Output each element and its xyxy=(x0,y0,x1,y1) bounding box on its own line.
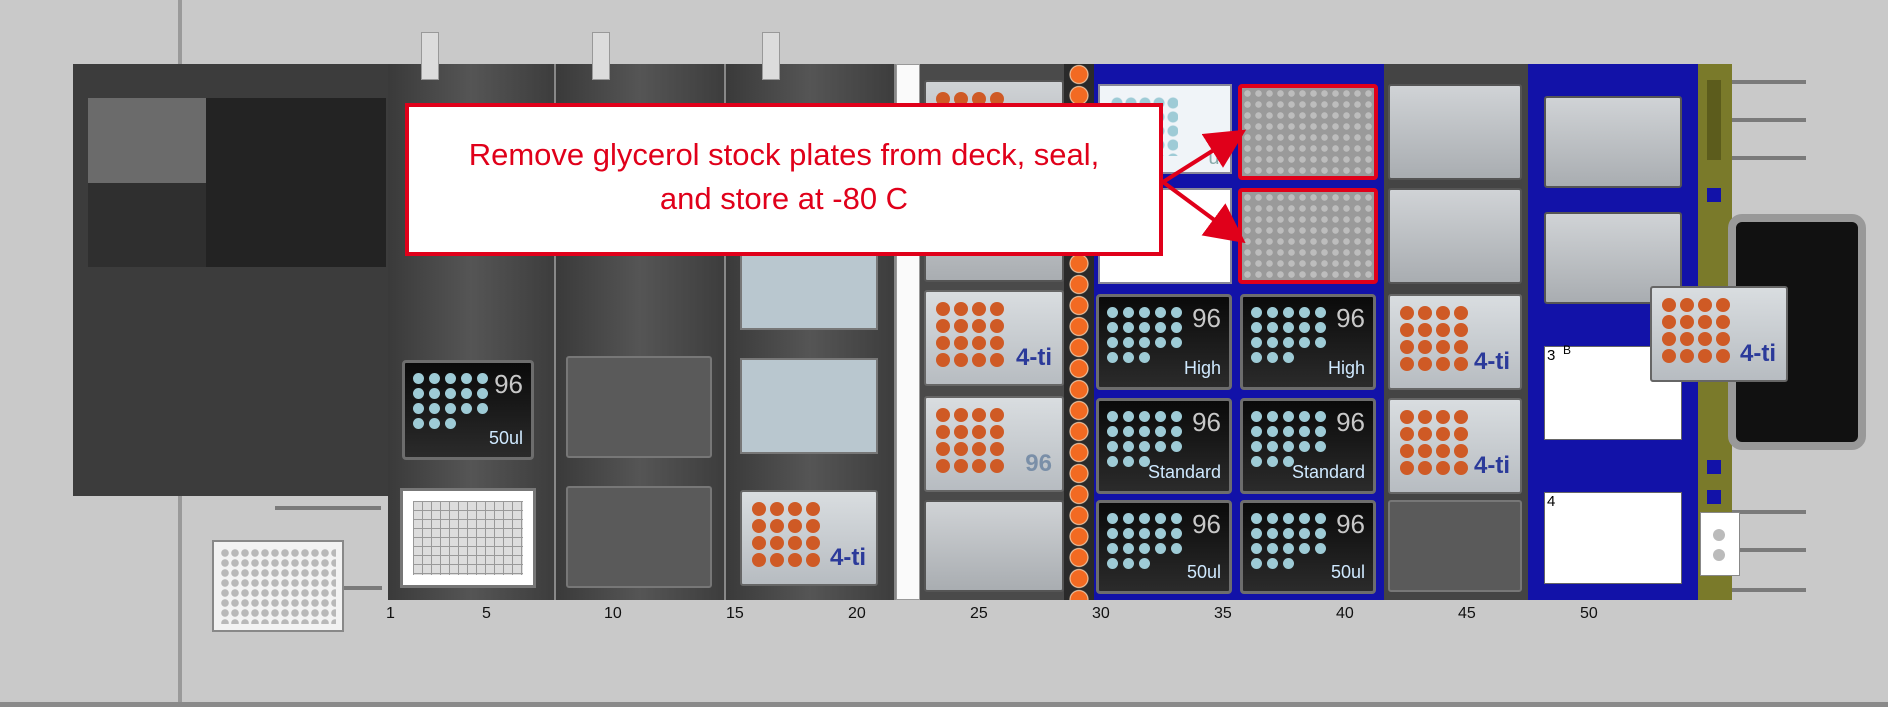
arrow-to-plate-2 xyxy=(1161,180,1246,244)
arrow-to-plate-1 xyxy=(1161,129,1247,184)
callout-arrows xyxy=(1161,129,1247,244)
